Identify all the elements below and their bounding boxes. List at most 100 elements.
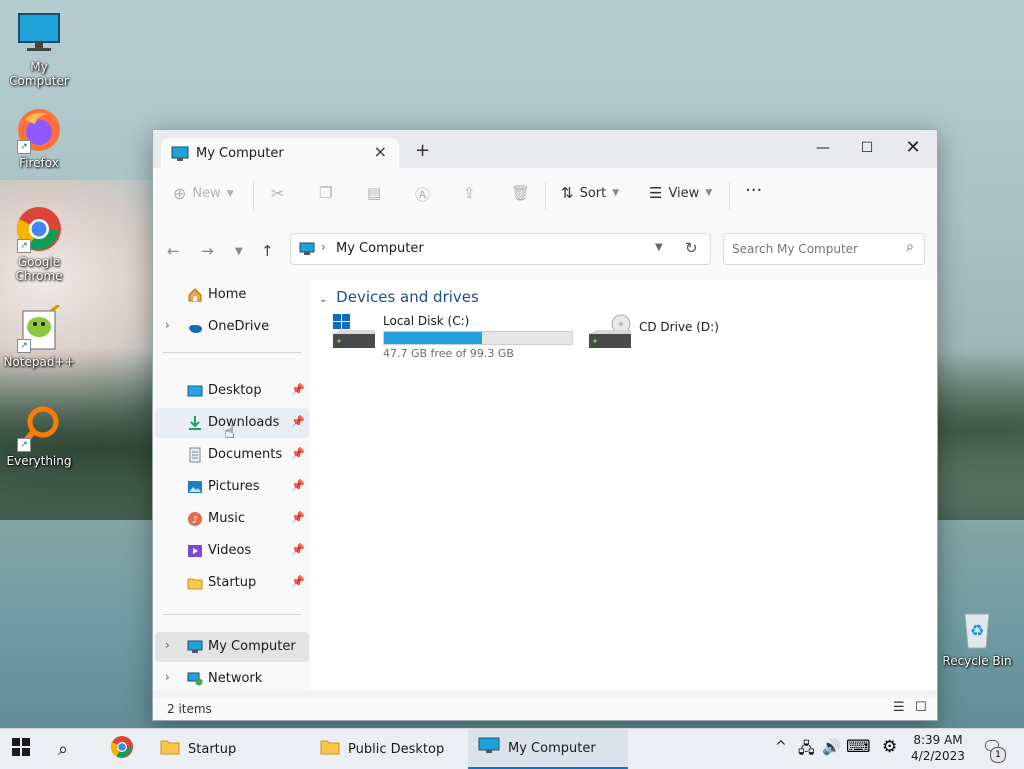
refresh-icon[interactable]: ↻ [685,239,698,257]
search-box[interactable]: ⌕ [723,233,925,265]
desktop-icon-recycle-bin[interactable]: ♻ Recycle Bin [937,604,1017,668]
network-icon [187,671,203,687]
sidebar-item-desktop[interactable]: Desktop 📌 [155,376,309,406]
drive-local-disk-c[interactable]: Local Disk (C:) 47.7 GB free of 99.3 GB [331,314,593,364]
sidebar-item-my-computer[interactable]: › My Computer [155,632,309,662]
svg-text:♪: ♪ [192,515,198,526]
copy-button[interactable]: ❐ [319,184,332,202]
new-tab-icon[interactable]: + [415,140,430,161]
group-header-devices-and-drives[interactable]: ⌄ Devices and drives [319,288,479,306]
magnifier-icon: ↗ [15,404,63,452]
taskbar-button-public-desktop[interactable]: Public Desktop [312,729,464,769]
sidebar-item-documents[interactable]: Documents 📌 [155,440,309,470]
clock[interactable]: 8:39 AM 4/2/2023 [908,732,968,764]
taskbar-button-my-computer[interactable]: My Computer [468,729,628,769]
monitor-icon [478,737,500,759]
recent-locations-chevron-icon[interactable]: ▼ [235,246,243,257]
sidebar-item-home[interactable]: Home [155,280,309,310]
recycle-bin-icon: ♻ [953,604,1001,652]
taskbar-button-label: Startup [188,741,237,757]
maximize-icon[interactable]: ☐ [845,134,889,162]
show-hidden-icons-chevron-icon[interactable]: ^ [775,739,787,755]
up-arrow-icon[interactable]: ↑ [261,242,274,260]
file-explorer-window: My Computer × + — ☐ ✕ ⊕ New ▼ ✂ ❐ ▤ Ⓐ ⇪ … [152,129,938,721]
notepad-plus-plus-icon: ↗ [15,303,63,353]
pin-icon[interactable]: 📌 [291,511,305,524]
chevron-right-icon[interactable]: › [165,638,170,652]
desktop-icon-everything[interactable]: ↗ Everything [1,404,77,468]
drive-name: CD Drive (D:) [639,320,719,334]
network-tray-icon[interactable]: 🖧 [798,738,815,763]
cut-button[interactable]: ✂ [271,184,284,203]
more-options-button[interactable]: ··· [745,180,762,201]
chevron-right-icon[interactable]: › [165,318,170,332]
details-view-icon[interactable]: ☰ [893,700,905,715]
address-dropdown-chevron-icon[interactable]: ▼ [655,242,663,253]
desktop-folder-icon [187,383,203,399]
sidebar-item-music[interactable]: ♪ Music 📌 [155,504,309,534]
view-button[interactable]: ☰ View ▼ [649,184,712,202]
sort-button[interactable]: ⇅ Sort ▼ [561,184,619,202]
share-button[interactable]: ⇪ [463,184,476,202]
close-window-icon[interactable]: ✕ [891,134,935,162]
keyboard-icon[interactable]: ⌨ [846,737,871,757]
cd-drive-icon [587,314,633,358]
mouse-pointer-icon: ☝ [224,422,235,443]
pin-icon[interactable]: 📌 [291,447,305,460]
pin-icon[interactable]: 📌 [291,543,305,556]
chevron-down-icon: ▼ [226,188,234,199]
sidebar-item-network[interactable]: › Network [155,664,309,694]
monitor-icon [299,241,315,260]
desktop-icon-my-computer[interactable]: My Computer [1,10,77,88]
search-icon: ⌕ [906,239,914,255]
monitor-icon [15,10,63,58]
drive-free-space: 47.7 GB free of 99.3 GB [383,347,514,360]
volume-icon[interactable]: 🔊 [822,738,841,756]
clock-time: 8:39 AM [913,733,963,747]
delete-button[interactable]: 🗑 [511,184,530,202]
pin-icon[interactable]: 📌 [291,479,305,492]
sidebar-item-videos[interactable]: Videos 📌 [155,536,309,566]
notification-center-button[interactable]: 🗨 1 [980,737,1008,763]
pin-icon[interactable]: 📌 [291,575,305,588]
drive-cd-d[interactable]: CD Drive (D:) [587,314,787,364]
sidebar-item-label: Home [208,287,247,302]
pin-icon[interactable]: 📌 [291,383,305,396]
chrome-icon: ↗ [15,205,63,253]
tiles-view-icon[interactable]: ☐ [915,700,927,715]
search-input[interactable] [730,238,894,260]
chevron-down-icon: ▼ [705,188,713,198]
sidebar-item-onedrive[interactable]: › OneDrive [155,312,309,342]
clipboard-icon: ▤ [367,184,382,202]
rename-button[interactable]: Ⓐ [415,184,430,205]
taskbar-button-startup[interactable]: Startup [152,729,304,769]
chrome-taskbar-button[interactable] [110,729,138,769]
settings-gear-icon[interactable]: ⚙ [882,737,897,757]
desktop-icon-notepad-plus-plus[interactable]: ↗ Notepad++ [1,303,77,369]
chevron-down-icon: ⌄ [319,294,328,305]
desktop-icon-firefox[interactable]: ↗ Firefox [1,106,77,170]
sidebar-item-label: Startup [208,575,257,590]
desktop-icon-google-chrome[interactable]: ↗ Google Chrome [1,205,77,283]
sidebar-item-label: Videos [208,543,252,558]
address-bar[interactable]: › My Computer ▼ ↻ [290,233,711,265]
paste-button[interactable]: ▤ [367,184,381,202]
sidebar-divider [163,352,301,353]
shortcut-arrow-icon: ↗ [17,239,31,253]
sidebar-item-pictures[interactable]: Pictures 📌 [155,472,309,502]
minimize-icon[interactable]: — [801,134,845,162]
new-button[interactable]: ⊕ New ▼ [173,184,234,203]
notification-count-badge: 1 [990,747,1006,763]
forward-arrow-icon[interactable]: → [201,242,214,260]
chevron-right-icon[interactable]: › [165,670,170,684]
address-row: ← → ▼ ↑ › My Computer ▼ ↻ ⌕ [153,224,937,280]
search-taskbar-button[interactable]: ⌕ [58,729,86,769]
sidebar-item-startup[interactable]: Startup 📌 [155,568,309,598]
folder-icon [320,739,340,759]
back-arrow-icon[interactable]: ← [167,242,180,260]
tab-my-computer[interactable]: My Computer × [161,138,399,168]
add-circle-icon: ⊕ [173,184,187,203]
start-button[interactable] [12,729,40,769]
pin-icon[interactable]: 📌 [291,415,305,428]
close-tab-icon[interactable]: × [374,142,387,161]
